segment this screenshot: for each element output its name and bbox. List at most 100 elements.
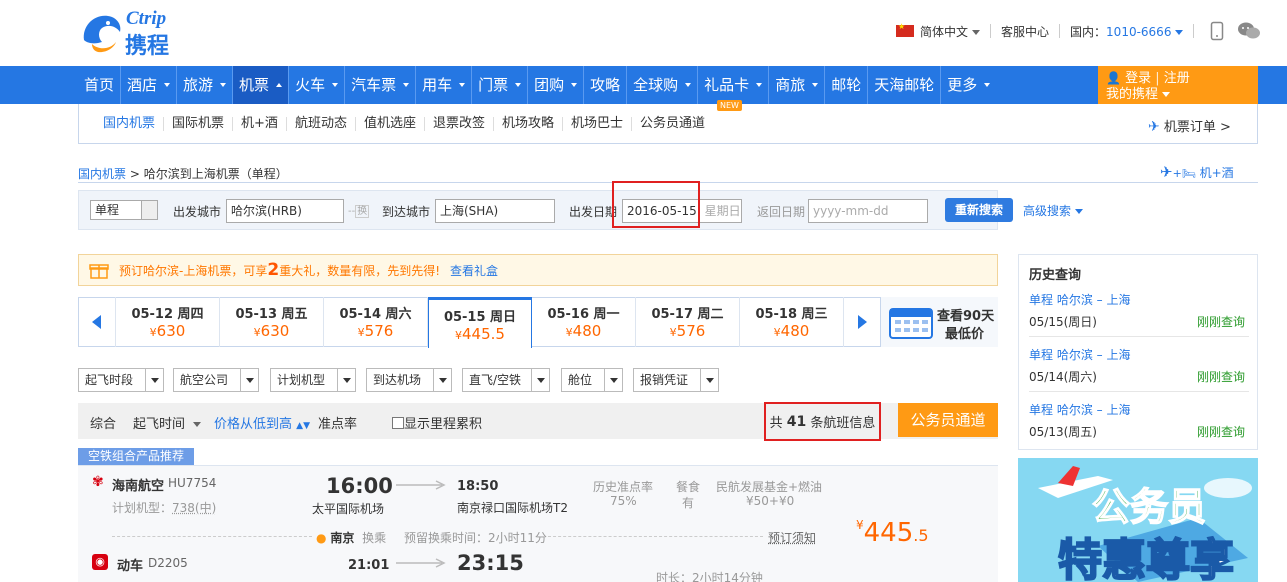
lowest-price-90days-button[interactable]: 查看90天 最低价 [880,297,998,347]
subnav-item[interactable]: 值机选座 [354,116,424,131]
flight-orders-link[interactable]: ✈ 机票订单 > [1148,116,1231,135]
search-button[interactable]: 重新搜索 [945,198,1013,222]
nav-item-label: 门票 [478,76,509,94]
nav-item-label: 酒店 [127,76,158,94]
depart-city-input[interactable]: 哈尔滨(HRB) [226,199,344,223]
advanced-search-link[interactable]: 高级搜索 [1023,202,1084,219]
civil-servant-banner[interactable]: 公务员 特惠尊享 [1018,458,1258,582]
filter-dropdown[interactable]: 起飞时段 [78,368,164,392]
breadcrumb-current: 哈尔滨到上海机票（单程） [143,167,288,181]
sort-depart-time-label: 起飞时间 [133,417,186,432]
history-route[interactable]: 单程 哈尔滨 – 上海 [1029,346,1130,363]
nav-item[interactable]: 门票 [472,66,527,104]
prev-dates-button[interactable] [78,297,116,347]
promo-number: 2 [267,260,280,280]
nav-item-label: 首页 [84,76,115,94]
sort-price-label: 价格从低到高 [214,417,293,432]
booking-note-link[interactable]: 预订须知 [768,529,816,546]
subnav-item[interactable]: 机场攻略 [492,116,562,131]
subnav-item[interactable]: 公务员通道 [631,116,713,131]
nav-item[interactable]: 全球购 [627,66,697,104]
nav-item[interactable]: 天海邮轮 [868,66,940,104]
mileage-checkbox[interactable]: 显示里程累积 [392,413,482,432]
sort-overall[interactable]: 综合 [90,413,116,432]
flight-hotel-link[interactable]: ✈+🛏 机+酒 [1160,163,1234,181]
nav-item[interactable]: 火车 [289,66,344,104]
sort-ontime[interactable]: 准点率 [318,413,357,432]
filter-dropdown[interactable]: 舱位 [561,368,623,392]
subnav-item[interactable]: 国际机票 [163,116,232,131]
china-flag-icon [896,22,914,37]
date-tab[interactable]: 05-12 周四 ¥630 [116,297,220,347]
language-selector[interactable]: 简体中文 [920,23,981,40]
trip-type-select[interactable]: 单程 [90,200,158,220]
phone-selector[interactable]: 国内：1010-6666 [1070,23,1184,40]
my-trip-link[interactable]: 我的携程 [1106,87,1158,102]
nav-item-label: 攻略 [590,76,621,94]
nav-item[interactable]: 更多 [941,66,996,104]
breadcrumb-root[interactable]: 国内机票 [78,167,126,181]
banner-line2: 特惠尊享 [1057,534,1235,582]
swap-cities-button[interactable]: -- 换 [348,202,376,220]
nav-item[interactable]: 机票 [233,66,289,104]
nav-item[interactable]: 用车 [416,66,471,104]
return-date-input[interactable]: yyyy-mm-dd [808,199,928,223]
filter-dropdown[interactable]: 计划机型 [270,368,356,392]
filter-dropdown[interactable]: 直飞/空铁 [462,368,550,392]
nav-item[interactable]: 商旅 [769,66,824,104]
register-link[interactable]: 注册 [1164,71,1190,86]
civil-servant-button[interactable]: 公务员通道 [898,403,998,437]
login-link[interactable]: 登录 [1125,71,1151,86]
aircraft-type[interactable]: 738(中) [172,501,216,515]
date-tab[interactable]: 05-18 周三 ¥480 [740,297,844,347]
subnav-item[interactable]: 机场巴士 [562,116,631,131]
nav-item[interactable]: 礼品卡 [698,66,768,104]
date-tab-date: 05-17 周二 [651,307,724,322]
transfer-line-right [548,536,763,537]
nav-item[interactable]: 酒店 [121,66,176,104]
nav-item[interactable]: 旅游 [177,66,232,104]
ctrip-logo[interactable]: Ctrip 携程 [78,8,208,59]
nav-item[interactable]: 首页 [78,66,120,104]
sort-price-asc[interactable]: 价格从低到高 ▲▼ [214,413,310,432]
date-tab[interactable]: 05-17 周二 ¥576 [636,297,740,347]
nav-item[interactable]: 邮轮 [825,66,867,104]
breadcrumb: 国内机票 > 哈尔滨到上海机票（单程） [78,165,288,182]
nav-item[interactable]: 攻略 [584,66,626,104]
transfer-time: 预留换乘时间：2小时11分 [404,531,547,545]
chevron-icon [515,83,522,87]
mobile-icon[interactable] [1210,21,1224,41]
nav-item[interactable]: 汽车票 [345,66,415,104]
history-route[interactable]: 单程 哈尔滨 – 上海 [1029,291,1130,308]
main-nav: 首页 酒店 旅游 机票 火车 汽车票 用车 门票 团购 攻略 全球购 礼品卡 商旅 邮轮 天海邮轮 更多 [78,66,996,104]
next-dates-button[interactable] [844,297,880,347]
depart-time: 16:00 [326,474,393,498]
subnav-item[interactable]: 国内机票 [95,116,163,131]
account-box[interactable]: 👤 登录 | 注册 我的携程 [1098,66,1258,104]
transfer-city: 南京 [330,531,355,545]
tax-value: ¥50+¥0 [746,494,795,508]
sort-depart-time[interactable]: 起飞时间 [133,413,202,432]
meal-label: 餐食 [676,480,701,494]
dolphin-logo-icon [83,15,121,53]
filter-dropdown[interactable]: 报销凭证 [633,368,719,392]
date-tab[interactable]: 05-16 周一 ¥480 [532,297,636,347]
wechat-icon[interactable] [1238,22,1261,40]
view-gift-link[interactable]: 查看礼盒 [450,262,498,279]
filter-dropdown[interactable]: 到达机场 [366,368,452,392]
filter-label: 直飞/空铁 [469,373,522,387]
service-center-link[interactable]: 客服中心 [1001,23,1049,40]
date-tab[interactable]: 05-15 周日 ¥445.5 [428,297,532,348]
chevron-icon [403,83,410,87]
history-route[interactable]: 单程 哈尔滨 – 上海 [1029,401,1130,418]
chevron-down-icon [972,29,981,35]
filter-dropdown[interactable]: 航空公司 [173,368,259,392]
count-suffix: 条航班信息 [810,416,876,431]
arrive-city-input[interactable]: 上海(SHA) [435,199,555,223]
nav-item[interactable]: 团购 [528,66,583,104]
subnav-item[interactable]: 退票改签 [423,116,493,131]
subnav-item[interactable]: 航班动态 [285,116,355,131]
date-tab[interactable]: 05-13 周五 ¥630 [220,297,324,347]
subnav-item[interactable]: 机+酒 [232,116,286,131]
date-tab[interactable]: 05-14 周六 ¥576 [324,297,428,347]
